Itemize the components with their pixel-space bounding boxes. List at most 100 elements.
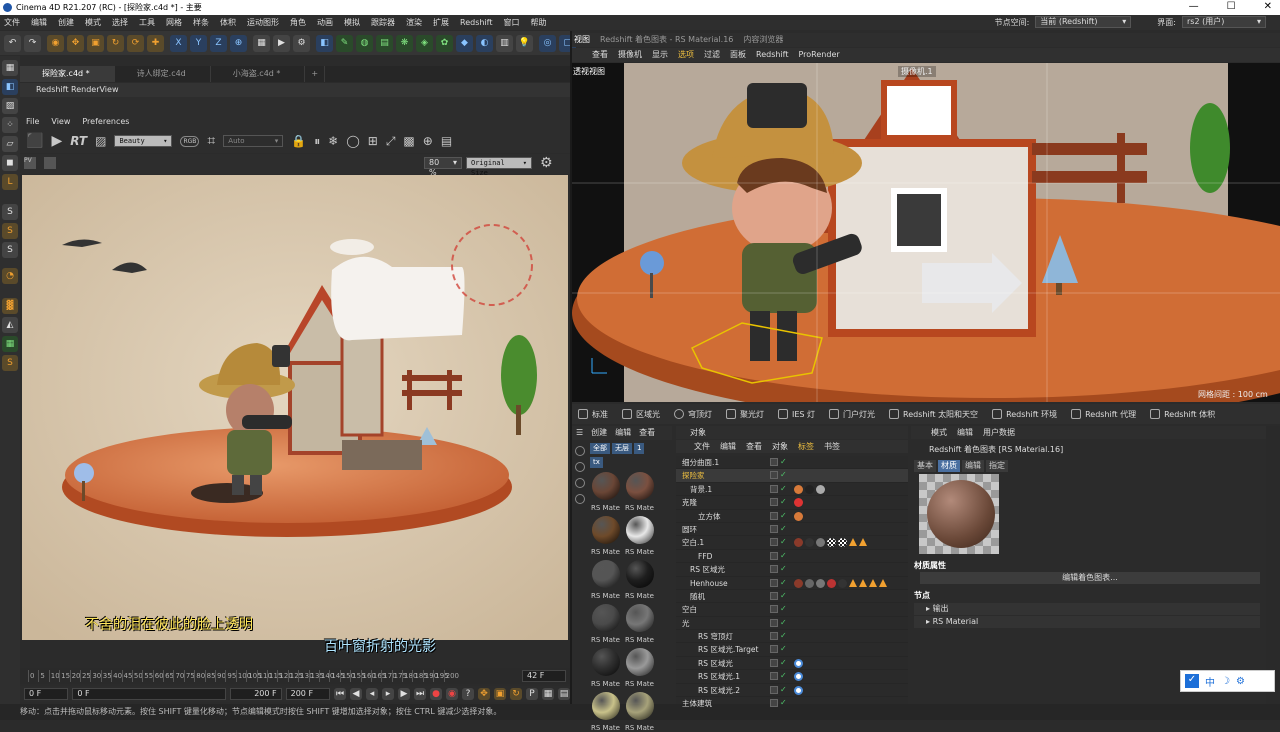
fit-icon[interactable]: ⤢ <box>386 134 396 149</box>
object-row[interactable]: 空白 ✓ <box>676 603 908 617</box>
key-rotate-icon[interactable]: ↻ <box>510 688 522 700</box>
tag-triangle-icon[interactable] <box>849 578 857 587</box>
tag-material-icon[interactable] <box>794 511 803 521</box>
menu-spline[interactable]: 样条 <box>193 17 209 28</box>
tag-material-icon[interactable] <box>816 578 825 588</box>
menu-create[interactable]: 创建 <box>58 17 74 28</box>
vp-menu-options[interactable]: 选项 <box>678 48 694 62</box>
tag-material-icon[interactable] <box>816 484 825 494</box>
tag-material-icon[interactable] <box>794 498 803 508</box>
material-preview[interactable] <box>919 474 999 554</box>
ime-settings-icon[interactable]: ⚙ <box>1236 676 1245 687</box>
visibility-toggles[interactable]: ✓ <box>770 458 787 466</box>
record-icon[interactable]: ● <box>430 688 442 700</box>
model-mode-icon[interactable]: ◧ <box>2 79 18 95</box>
tag-material-icon[interactable] <box>794 484 803 494</box>
lock-icon[interactable]: 🔒 <box>291 134 306 148</box>
coord-system-icon[interactable]: ⊕ <box>230 34 247 52</box>
tag-target-icon[interactable] <box>794 658 803 668</box>
light-dome[interactable]: 穹顶灯 <box>674 409 722 420</box>
menu-character[interactable]: 角色 <box>290 17 306 28</box>
sculpt-icon[interactable]: ◭ <box>2 317 18 333</box>
rgb-toggle[interactable]: RGB <box>180 135 200 147</box>
vp-menu-redshift[interactable]: Redshift <box>756 48 788 62</box>
scene-icon[interactable]: ◆ <box>456 34 473 52</box>
menu-mesh[interactable]: 网格 <box>166 17 182 28</box>
tag-material-icon[interactable] <box>816 538 825 548</box>
light-spot[interactable]: 聚光灯 <box>726 409 774 420</box>
undo-icon[interactable]: ↶ <box>4 34 21 52</box>
filter-no-layer[interactable]: 无层 <box>612 443 632 454</box>
rv-menu-preferences[interactable]: Preferences <box>82 115 129 129</box>
snap-toggle-icon[interactable]: S <box>2 204 18 220</box>
tag-material-icon[interactable] <box>794 578 803 588</box>
menu-redshift[interactable]: Redshift <box>460 18 492 27</box>
menu-mode[interactable]: 模式 <box>85 17 101 28</box>
key-position-icon[interactable]: ✥ <box>478 688 490 700</box>
scale-tool-icon[interactable]: ▣ <box>87 34 104 52</box>
tag-checker-icon[interactable] <box>827 538 836 548</box>
prev-key-icon[interactable]: ◀ <box>350 688 362 700</box>
move-tool-icon[interactable]: ✥ <box>67 34 84 52</box>
circle-icon[interactable]: ◯ <box>346 134 359 148</box>
key-param-icon[interactable]: P <box>526 688 538 700</box>
material-swatch[interactable]: RS Mate <box>624 602 656 644</box>
vp-menu-prorender[interactable]: ProRender <box>798 48 839 62</box>
edge-mode-icon[interactable]: ▱ <box>2 136 18 152</box>
object-row[interactable]: 随机 ✓ <box>676 590 908 604</box>
menu-tracker[interactable]: 跟踪器 <box>371 17 395 28</box>
light-sun-sky[interactable]: Redshift 太阳和天空 <box>889 409 988 420</box>
visibility-toggles[interactable]: ✓ <box>770 551 787 560</box>
visibility-toggles[interactable]: ✓ <box>770 591 787 600</box>
menu-tools[interactable]: 工具 <box>139 17 155 28</box>
texture-mode-icon[interactable]: ▨ <box>2 98 18 114</box>
visibility-toggles[interactable]: ✓ <box>770 632 787 641</box>
visibility-toggles[interactable]: ✓ <box>770 511 787 520</box>
maximize-button[interactable]: ☐ <box>1227 0 1236 14</box>
light-area[interactable]: 区域光 <box>622 409 670 420</box>
tag-triangle-icon[interactable] <box>859 578 867 587</box>
copy-icon[interactable] <box>44 157 56 169</box>
rotate-tool-icon[interactable]: ↻ <box>107 34 124 52</box>
material-swatch[interactable]: RS Mate <box>590 602 622 644</box>
object-row[interactable]: RS 区域光 ✓ <box>676 563 908 577</box>
vp-menu-filter[interactable]: 过滤 <box>704 48 720 62</box>
menu-select[interactable]: 选择 <box>112 17 128 28</box>
render-view-icon[interactable]: ▦ <box>253 34 270 52</box>
play-forward-icon[interactable]: ▸ <box>382 688 394 700</box>
end-frame-field[interactable]: 200 F <box>285 688 330 700</box>
array-icon[interactable]: ▤ <box>376 34 393 52</box>
filter-circle-icon[interactable] <box>575 478 585 488</box>
menu-window[interactable]: 窗口 <box>503 17 519 28</box>
zoom-field[interactable]: 80 % ▾ <box>424 157 462 177</box>
light-volume[interactable]: Redshift 体积 <box>1150 409 1225 420</box>
menu-help[interactable]: 帮助 <box>530 17 546 28</box>
tag-triangle-icon[interactable] <box>859 538 867 547</box>
visibility-toggles[interactable]: ✓ <box>770 471 787 480</box>
snapshot-icon[interactable]: ▨ <box>95 134 106 148</box>
visibility-toggles[interactable]: ✓ <box>770 685 787 694</box>
filter-circle-icon[interactable] <box>575 446 585 456</box>
material-swatch[interactable]: RS Mate <box>624 558 656 600</box>
light-environment[interactable]: Redshift 环境 <box>992 409 1067 420</box>
size-mode-select[interactable]: Original Size ▾ <box>466 157 532 177</box>
tag-material-icon[interactable] <box>805 538 814 548</box>
tab-basic[interactable]: 基本 <box>914 460 936 472</box>
ime-check-icon[interactable]: ✓ <box>1185 674 1199 688</box>
render-image[interactable] <box>22 175 568 640</box>
brush-icon[interactable]: ▓ <box>2 298 18 314</box>
menu-file[interactable]: 文件 <box>4 17 20 28</box>
menu-volume[interactable]: 体积 <box>220 17 236 28</box>
rv-menu-view[interactable]: View <box>51 115 70 129</box>
gear-icon[interactable]: ⚙ <box>540 155 553 171</box>
object-row[interactable]: 立方体 ✓ <box>676 510 908 523</box>
layout-select[interactable]: rs2 (用户) ▾ <box>1182 16 1266 28</box>
close-button[interactable]: ✕ <box>1264 0 1272 14</box>
polygon-mode-icon[interactable]: ◼ <box>2 155 18 171</box>
tab-assign[interactable]: 指定 <box>986 460 1008 472</box>
material-swatch[interactable]: RS Mate <box>624 646 656 688</box>
tag-target-icon[interactable] <box>794 672 803 682</box>
object-row[interactable]: RS 穹顶灯 ✓ <box>676 630 908 644</box>
vp-menu-display[interactable]: 显示 <box>652 48 668 62</box>
object-row[interactable]: 主体建筑 ✓ <box>676 697 908 711</box>
